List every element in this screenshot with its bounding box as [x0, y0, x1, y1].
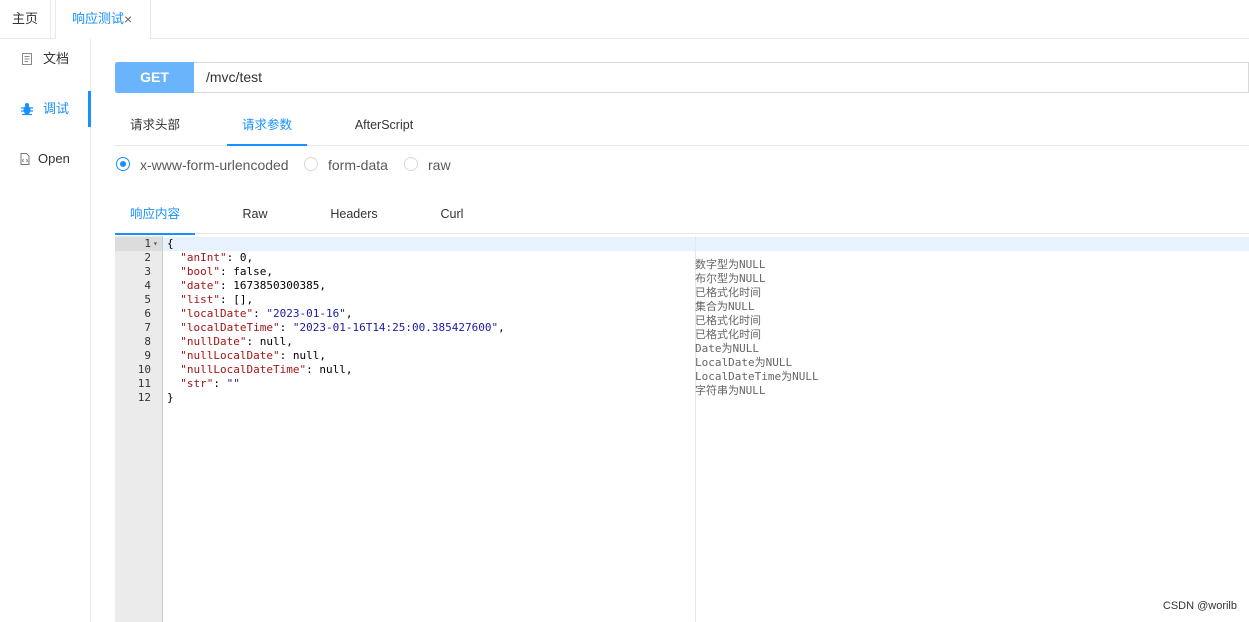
code-line: "date": 1673850300385, [180, 279, 326, 292]
json-key: "str" [180, 377, 214, 390]
line-number: 10 [137, 363, 151, 376]
tab-afterscript[interactable]: AfterScript [339, 108, 429, 144]
close-icon[interactable]: × [124, 0, 132, 38]
json-key: "localDateTime" [180, 321, 280, 334]
code-line: "str": "" [180, 377, 240, 390]
line-number: 7 [144, 321, 151, 334]
json-value: "2023-01-16" [266, 307, 346, 320]
json-value: "" [226, 377, 240, 390]
field-comment: 字符串为NULL [695, 384, 766, 397]
line-number: 2 [144, 251, 151, 264]
field-comment: 布尔型为NULL [695, 272, 766, 285]
line-number: 9 [144, 349, 151, 362]
sidebar-item-open[interactable]: Open [0, 141, 90, 177]
field-comment: Date为NULL [695, 342, 759, 355]
line-number: 4 [144, 279, 151, 292]
code-line: "bool": false, [180, 265, 273, 278]
code-line: { [167, 237, 174, 251]
code-text: { [167, 237, 174, 250]
code-line: "nullDate": null, [180, 335, 293, 348]
code-line: "anInt": 0, [180, 251, 254, 264]
json-key: "anInt" [180, 251, 227, 264]
code-line: } [167, 391, 174, 405]
tab-raw[interactable]: Raw [227, 197, 283, 233]
fold-arrow-icon[interactable]: ▾ [153, 237, 158, 251]
line-number: 3 [144, 265, 151, 278]
sidebar-item-debug[interactable]: 调试 [0, 91, 91, 127]
tab-headers[interactable]: Headers [323, 197, 385, 233]
tab-home[interactable]: 主页 [0, 0, 51, 38]
json-key: "localDate" [180, 307, 254, 320]
json-value: 1673850300385, [233, 279, 326, 292]
code-line: "nullLocalDate": null, [180, 349, 326, 362]
radio-label: raw [428, 157, 451, 173]
radio-dot [304, 157, 318, 171]
json-key: "date" [180, 279, 220, 292]
field-comment: 数字型为NULL [695, 258, 766, 271]
tab-response-content[interactable]: 响应内容 [115, 197, 195, 235]
top-tab-bar: 主页 响应测试 × [0, 0, 1249, 39]
radio-dot [404, 157, 418, 171]
tab-response-test-label: 响应测试 [72, 11, 125, 26]
sidebar-item-label: Open [38, 151, 70, 166]
json-key: "list" [180, 293, 220, 306]
radio-label: form-data [328, 157, 388, 173]
json-value: null, [319, 363, 353, 376]
json-value: null, [292, 349, 326, 362]
method-button[interactable]: GET [115, 62, 194, 93]
json-key: "nullLocalDateTime" [180, 363, 307, 376]
field-comment: 集合为NULL [695, 300, 755, 313]
json-key: "nullDate" [180, 335, 247, 348]
url-bar [115, 62, 1249, 93]
json-key: "bool" [180, 265, 220, 278]
code-text: } [167, 391, 174, 404]
request-tabs: 请求头部 请求参数 AfterScript [115, 108, 1249, 146]
response-tabs: 响应内容 Raw Headers Curl [115, 197, 1249, 235]
radio-label: x-www-form-urlencoded [140, 157, 289, 173]
line-number: 11 [137, 377, 151, 390]
radio-dot [116, 157, 130, 171]
line-number: 8 [144, 335, 151, 348]
tab-request-headers[interactable]: 请求头部 [115, 108, 195, 144]
json-value: 0, [239, 251, 254, 264]
code-line: "localDateTime": "2023-01-16T14:25:00.38… [180, 321, 505, 334]
active-line-highlight [115, 237, 1249, 251]
field-comment: 已格式化时间 [695, 286, 761, 299]
code-line: "nullLocalDateTime": null, [180, 363, 353, 376]
field-comment: 已格式化时间 [695, 328, 761, 341]
sidebar-item-label: 调试 [43, 101, 70, 116]
sidebar-item-docs[interactable]: 文档 [0, 41, 90, 77]
field-comment: LocalDate为NULL [695, 356, 793, 369]
line-number: 6 [144, 307, 151, 320]
field-comment: LocalDateTime为NULL [695, 370, 819, 383]
json-value: null, [259, 335, 293, 348]
field-comment: 已格式化时间 [695, 314, 761, 327]
json-value: false, [233, 265, 273, 278]
tab-response-test[interactable]: 响应测试 × [55, 0, 151, 39]
tab-request-params[interactable]: 请求参数 [227, 108, 307, 146]
json-key: "nullLocalDate" [180, 349, 280, 362]
code-line: "list": [], [180, 293, 254, 306]
tab-curl[interactable]: Curl [431, 197, 473, 233]
file-code-icon [20, 153, 30, 165]
watermark: CSDN @worilb [1162, 600, 1237, 612]
json-value: [], [233, 293, 254, 306]
bug-icon [21, 103, 33, 116]
response-editor[interactable]: ▾ 1 {2 "anInt": 0, 数字型为NULL 3 "bool": false… [115, 236, 1249, 622]
json-value: "2023-01-16T14:25:00.385427600" [292, 321, 499, 334]
code-line: "localDate": "2023-01-16", [180, 307, 353, 320]
document-icon [22, 53, 32, 65]
sidebar-item-label: 文档 [43, 51, 70, 66]
line-number: 12 [137, 391, 151, 404]
line-number: 1 [144, 237, 151, 250]
line-number: 5 [144, 293, 151, 306]
sidebar: 文档 调试 Open [0, 39, 91, 622]
url-input[interactable]: /mvc/test [206, 62, 262, 93]
